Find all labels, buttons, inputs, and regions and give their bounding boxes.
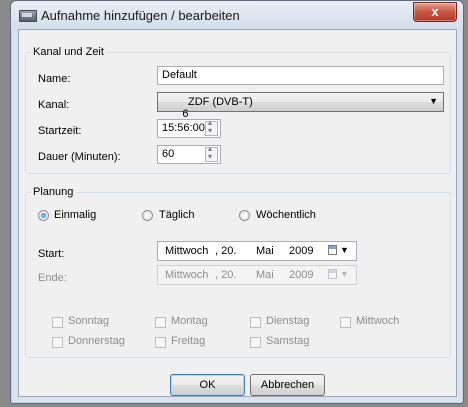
start-year: 2009 xyxy=(289,245,314,257)
checkbox-montag[interactable] xyxy=(155,317,166,328)
checkbox-donnerstag-label: Donnerstag xyxy=(68,335,125,347)
checkbox-samstag-label: Samstag xyxy=(266,335,310,347)
start-label: Start: xyxy=(38,248,65,260)
radio-taeglich-label[interactable]: Täglich xyxy=(159,209,194,221)
checkbox-mittwoch-label: Mittwoch xyxy=(356,315,400,327)
start-month: Mai xyxy=(256,245,274,257)
title-bar[interactable]: Aufnahme hinzufügen / bearbeiten x xyxy=(11,1,463,29)
checkbox-sonntag-label: Sonntag xyxy=(68,315,109,327)
checkbox-mittwoch[interactable] xyxy=(340,317,351,328)
radio-taeglich[interactable] xyxy=(142,210,153,221)
start-day: , 20. xyxy=(215,245,237,257)
start-date-picker[interactable]: Mittwoch , 20. Mai 2009 ▼ xyxy=(157,241,357,261)
ende-label: Ende: xyxy=(38,272,67,284)
checkbox-sonntag[interactable] xyxy=(52,317,63,328)
dialog-window: Aufnahme hinzufügen / bearbeiten x Kanal… xyxy=(10,0,464,404)
ende-month: Mai xyxy=(256,269,274,281)
calendar-icon[interactable] xyxy=(328,245,337,255)
window-title: Aufnahme hinzufügen / bearbeiten xyxy=(41,8,240,23)
kanal-label: Kanal: xyxy=(38,99,70,111)
radio-woechentlich[interactable] xyxy=(239,210,250,221)
checkbox-samstag[interactable] xyxy=(250,337,261,348)
ende-year: 2009 xyxy=(289,269,314,281)
checkbox-freitag[interactable] xyxy=(155,337,166,348)
checkbox-montag-label: Montag xyxy=(171,315,208,327)
radio-einmalig-label[interactable]: Einmalig xyxy=(54,209,96,221)
kanal-select[interactable]: 6 ZDF (DVB-T) ▼ xyxy=(157,92,444,120)
checkbox-donnerstag[interactable] xyxy=(52,337,63,348)
group-title-kanal-und-zeit: Kanal und Zeit xyxy=(33,46,104,58)
chevron-down-icon: ▼ xyxy=(429,96,438,106)
dialog-client-area: Kanal und Zeit Name: Default Kanal: 6 ZD… xyxy=(18,29,457,397)
group-title-planung: Planung xyxy=(33,186,74,198)
chevron-down-icon[interactable]: ▼ xyxy=(340,269,349,279)
ok-button[interactable]: OK xyxy=(170,374,245,396)
name-field[interactable]: Default xyxy=(157,66,444,85)
ende-day: , 20. xyxy=(215,269,237,281)
start-weekday: Mittwoch xyxy=(165,245,209,257)
name-label: Name: xyxy=(38,73,71,85)
radio-einmalig[interactable] xyxy=(38,210,49,221)
startzeit-label: Startzeit: xyxy=(38,125,82,137)
checkbox-freitag-label: Freitag xyxy=(171,335,206,347)
dauer-spin-icon[interactable] xyxy=(205,144,218,162)
cancel-button[interactable]: Abbrechen xyxy=(250,374,325,396)
ende-date-picker[interactable]: Mittwoch , 20. Mai 2009 ▼ xyxy=(157,265,357,285)
app-window-icon xyxy=(19,10,37,22)
kanal-value: ZDF (DVB-T) xyxy=(188,96,253,108)
ende-weekday: Mittwoch xyxy=(165,269,209,281)
checkbox-dienstag[interactable] xyxy=(250,317,261,328)
checkbox-dienstag-label: Dienstag xyxy=(266,315,310,327)
calendar-icon[interactable] xyxy=(328,269,337,279)
dauer-label: Dauer (Minuten): xyxy=(38,151,121,163)
radio-woechentlich-label[interactable]: Wöchentlich xyxy=(256,209,316,221)
close-button[interactable]: x xyxy=(413,2,457,22)
startzeit-spin-icon[interactable] xyxy=(205,118,218,136)
chevron-down-icon[interactable]: ▼ xyxy=(340,245,349,255)
